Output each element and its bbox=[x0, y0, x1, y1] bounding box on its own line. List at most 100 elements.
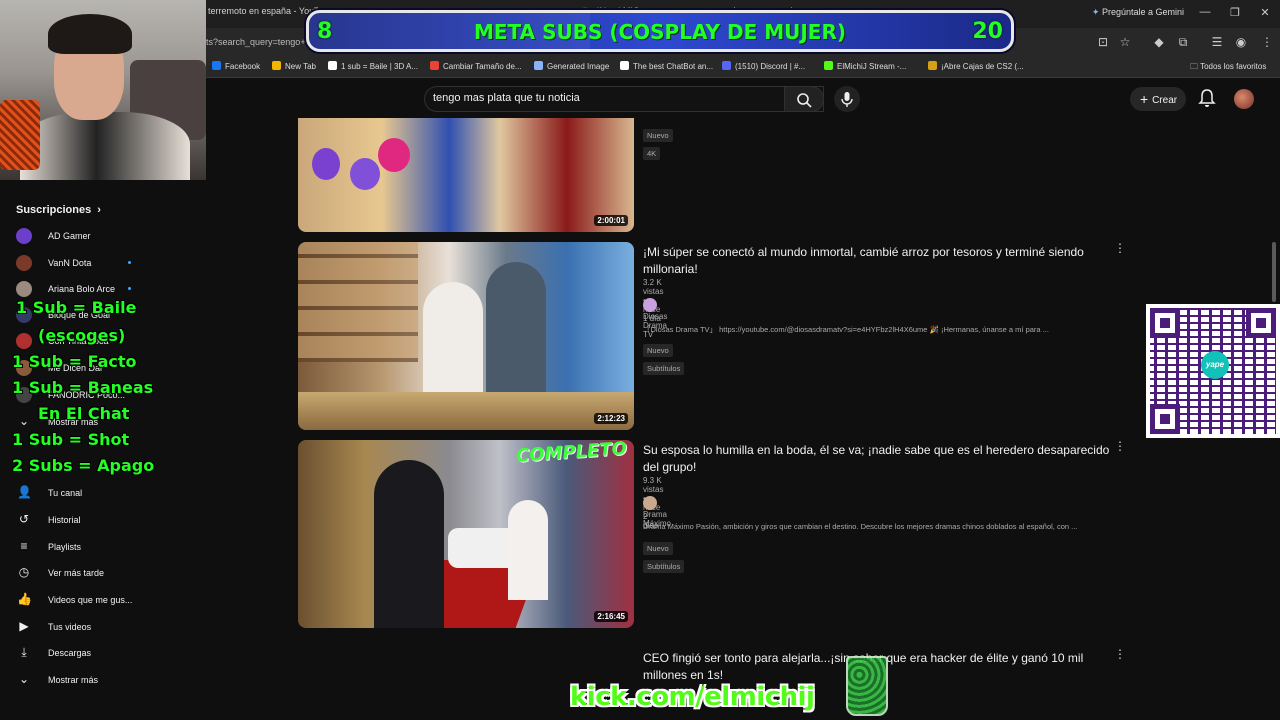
tab-terremoto[interactable]: terremoto en españa - YouTub bbox=[208, 6, 318, 22]
gemini-button[interactable]: ✦ Pregúntale a Gemini bbox=[1092, 7, 1184, 18]
chevron-right-icon: › bbox=[97, 204, 101, 216]
bookmark-label: Generated Image bbox=[547, 62, 610, 71]
bookmark-sub-baile[interactable]: 1 sub = Baile | 3D A... bbox=[328, 61, 418, 71]
maximize-button[interactable]: ❐ bbox=[1228, 6, 1242, 19]
video-title[interactable]: Su esposa lo humilla en la boda, él se v… bbox=[643, 442, 1113, 476]
notifications-bell-icon[interactable] bbox=[1198, 88, 1216, 108]
channel-avatar bbox=[643, 298, 657, 312]
search-input[interactable] bbox=[433, 92, 753, 104]
thumbnail-completo-label: COMPLETO bbox=[515, 440, 628, 467]
subscriptions-label: Suscripciones bbox=[16, 204, 92, 216]
bookmark-label: 1 sub = Baile | 3D A... bbox=[341, 62, 419, 71]
bookmark-discord[interactable]: (1510) Discord | #... bbox=[722, 61, 805, 71]
sidebar-item-tu-canal[interactable]: 👤 Tu canal bbox=[16, 485, 202, 505]
bookmark-generated-image[interactable]: Generated Image bbox=[534, 61, 609, 71]
download-icon: ⤓ bbox=[21, 645, 27, 659]
image-icon bbox=[534, 61, 543, 70]
sidebar-item-label: Videos que me gus... bbox=[48, 595, 133, 605]
video-duration: 2:12:23 bbox=[594, 413, 628, 424]
rule-line: 1 Sub = Facto bbox=[12, 352, 137, 371]
facebook-icon bbox=[212, 61, 221, 70]
sidebar-item-label: Ver más tarde bbox=[48, 568, 105, 578]
sidebar-item-mostrar-mas[interactable]: ⌄ Mostrar más bbox=[16, 672, 202, 692]
voice-search-button[interactable] bbox=[834, 86, 860, 112]
create-button[interactable]: + Crear bbox=[1130, 87, 1186, 111]
video-description: Drama Máximo Pasión, ambición y giros qu… bbox=[643, 522, 1078, 531]
search-button[interactable] bbox=[784, 86, 824, 112]
channel-label: AD Gamer bbox=[48, 231, 91, 241]
sidebar-item-subscription[interactable]: VanN Dota bbox=[16, 255, 202, 275]
sidebar-item-label: Tu canal bbox=[48, 488, 83, 498]
favorites-label: Todos los favoritos bbox=[1200, 62, 1267, 71]
rule-line: 1 Sub = Shot bbox=[12, 430, 130, 449]
close-window-button[interactable]: ✕ bbox=[1258, 6, 1272, 19]
bookmark-chatbot[interactable]: The best ChatBot an... bbox=[620, 61, 713, 71]
qr-finder-top-right bbox=[1246, 308, 1276, 338]
channel-avatar bbox=[643, 496, 657, 510]
discord-icon bbox=[722, 61, 731, 70]
bookmark-facebook[interactable]: Facebook bbox=[212, 61, 260, 71]
person-box-icon: 👤 bbox=[17, 485, 32, 499]
video-thumbnail[interactable]: 2:12:23 bbox=[298, 242, 634, 430]
bookmark-star-icon[interactable]: ☆ bbox=[1118, 35, 1132, 49]
bookmark-cambiar-tamano[interactable]: Cambiar Tamaño de... bbox=[430, 61, 522, 71]
new-content-dot bbox=[128, 287, 131, 290]
subscriptions-header[interactable]: Suscripciones › bbox=[16, 204, 101, 216]
rule-line: 2 Subs = Apago bbox=[12, 456, 155, 475]
sidebar-item-liked-videos[interactable]: 👍 Videos que me gus... bbox=[16, 592, 202, 612]
sidebar-item-tus-videos[interactable]: ▶ Tus videos bbox=[16, 619, 202, 639]
page-scrollbar[interactable] bbox=[1272, 242, 1276, 302]
thumbnail-bride bbox=[508, 500, 548, 600]
rule-line: (escoges) bbox=[38, 326, 126, 345]
extension-icon[interactable]: ◆ bbox=[1152, 35, 1166, 49]
more-options-icon[interactable]: ⋮ bbox=[1114, 646, 1126, 662]
sidebar-item-label: Playlists bbox=[48, 542, 82, 552]
sidebar-item-descargas[interactable]: ⤓ Descargas bbox=[16, 645, 202, 665]
video-thumbnail[interactable]: COMPLETO 2:16:45 bbox=[298, 440, 634, 628]
puzzle-icon[interactable]: ⧉ bbox=[1176, 35, 1190, 50]
bookmark-label: The best ChatBot an... bbox=[633, 62, 714, 71]
sidebar-item-label: Tus videos bbox=[48, 622, 92, 632]
sidebar-item-label: Descargas bbox=[48, 648, 92, 658]
plus-icon: + bbox=[1140, 91, 1153, 107]
all-favorites-folder[interactable]: 🗀 Todos los favoritos bbox=[1190, 61, 1266, 75]
sidebar-item-label: Historial bbox=[48, 515, 81, 525]
kick-channel-overlay: kick.com/elmichij bbox=[570, 682, 815, 712]
minimize-button[interactable]: — bbox=[1198, 6, 1212, 18]
bookmark-label: (1510) Discord | #... bbox=[735, 62, 806, 71]
sidebar-item-playlists[interactable]: ≡ Playlists bbox=[16, 539, 202, 559]
search-box: ✕ bbox=[424, 86, 824, 112]
sidebar-item-historial[interactable]: ↺ Historial bbox=[16, 512, 202, 532]
goal-title: META SUBS (COSPLAY DE MUJER) bbox=[473, 20, 846, 44]
browser-menu-icon[interactable]: ⋮ bbox=[1260, 35, 1274, 49]
history-icon: ↺ bbox=[18, 512, 30, 526]
sidebar-item-subscription[interactable]: AD Gamer bbox=[16, 228, 202, 248]
install-app-icon[interactable]: ⊡ bbox=[1096, 35, 1110, 49]
subs-goal-bar: 8 META SUBS (COSPLAY DE MUJER) 20 bbox=[306, 10, 1014, 52]
bookmark-new-tab[interactable]: New Tab bbox=[272, 61, 316, 71]
yape-qr-code: yape bbox=[1146, 304, 1280, 438]
more-options-icon[interactable]: ⋮ bbox=[1114, 438, 1126, 454]
video-badges: Nuevo Subtítulos bbox=[643, 538, 688, 574]
badge-subtitles: Subtítulos bbox=[643, 560, 685, 573]
media-control-icon[interactable]: ☰ bbox=[1210, 35, 1224, 49]
sidebar-item-ver-mas-tarde[interactable]: ◷ Ver más tarde bbox=[16, 565, 202, 585]
image-resize-icon bbox=[430, 61, 439, 70]
account-avatar[interactable] bbox=[1234, 89, 1254, 109]
video-badges: Nuevo Subtítulos bbox=[643, 340, 688, 376]
rule-line: 1 Sub = Baile bbox=[16, 298, 137, 317]
play-box-icon: ▶ bbox=[19, 619, 29, 633]
video-thumbnail[interactable]: 2:00:01 bbox=[298, 118, 634, 232]
balloon-purple bbox=[350, 158, 380, 190]
streamer-hair bbox=[48, 14, 132, 54]
profile-icon[interactable]: ◉ bbox=[1234, 35, 1248, 49]
channel-avatar bbox=[16, 228, 32, 244]
playlist-icon: ≡ bbox=[20, 539, 28, 553]
bookmark-kick-stream[interactable]: ElMichiJ Stream -... bbox=[824, 61, 906, 71]
video-title[interactable]: ¡Mi súper se conectó al mundo inmortal, … bbox=[643, 244, 1113, 278]
rule-line: 1 Sub = Baneas bbox=[12, 378, 154, 397]
url-field[interactable]: ts?search_query=tengo+ bbox=[206, 37, 306, 47]
bookmark-cs2-cases[interactable]: ¡Abre Cajas de CS2 (... bbox=[928, 61, 1024, 71]
more-options-icon[interactable]: ⋮ bbox=[1114, 240, 1126, 256]
chevron-down-icon: ⌄ bbox=[18, 672, 30, 686]
